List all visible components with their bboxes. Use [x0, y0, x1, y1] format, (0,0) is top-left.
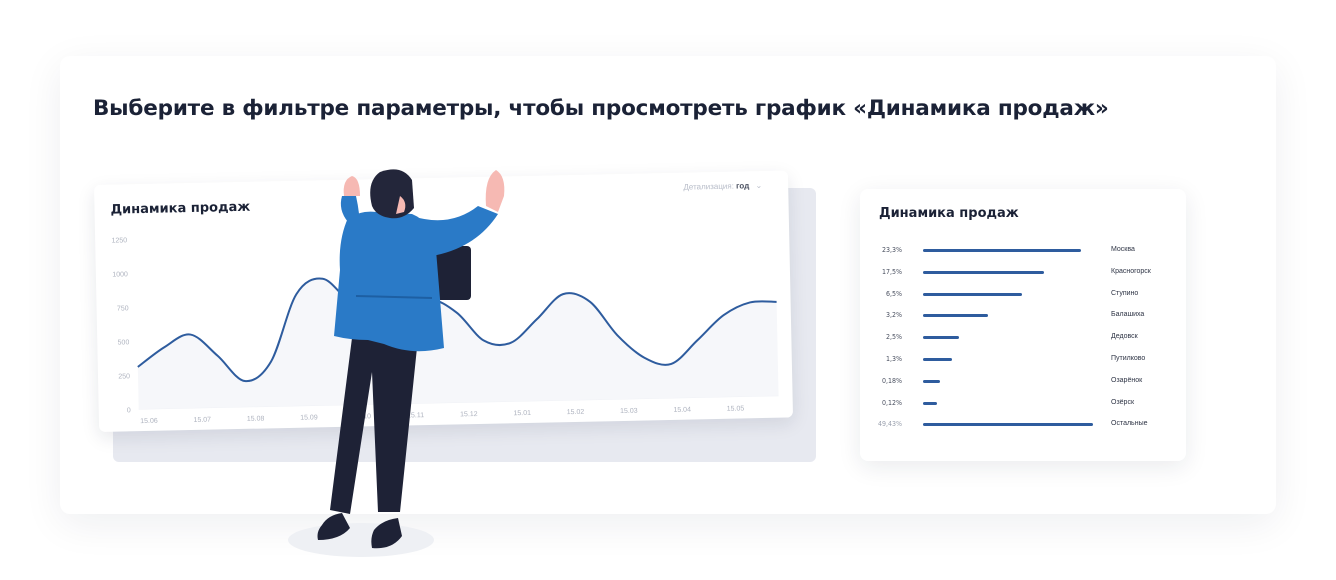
person-illustration [288, 169, 505, 557]
pants [330, 338, 418, 514]
hair [370, 169, 414, 219]
figure-shadow [288, 523, 434, 557]
right-hand [485, 170, 505, 212]
left-hand [343, 176, 360, 196]
